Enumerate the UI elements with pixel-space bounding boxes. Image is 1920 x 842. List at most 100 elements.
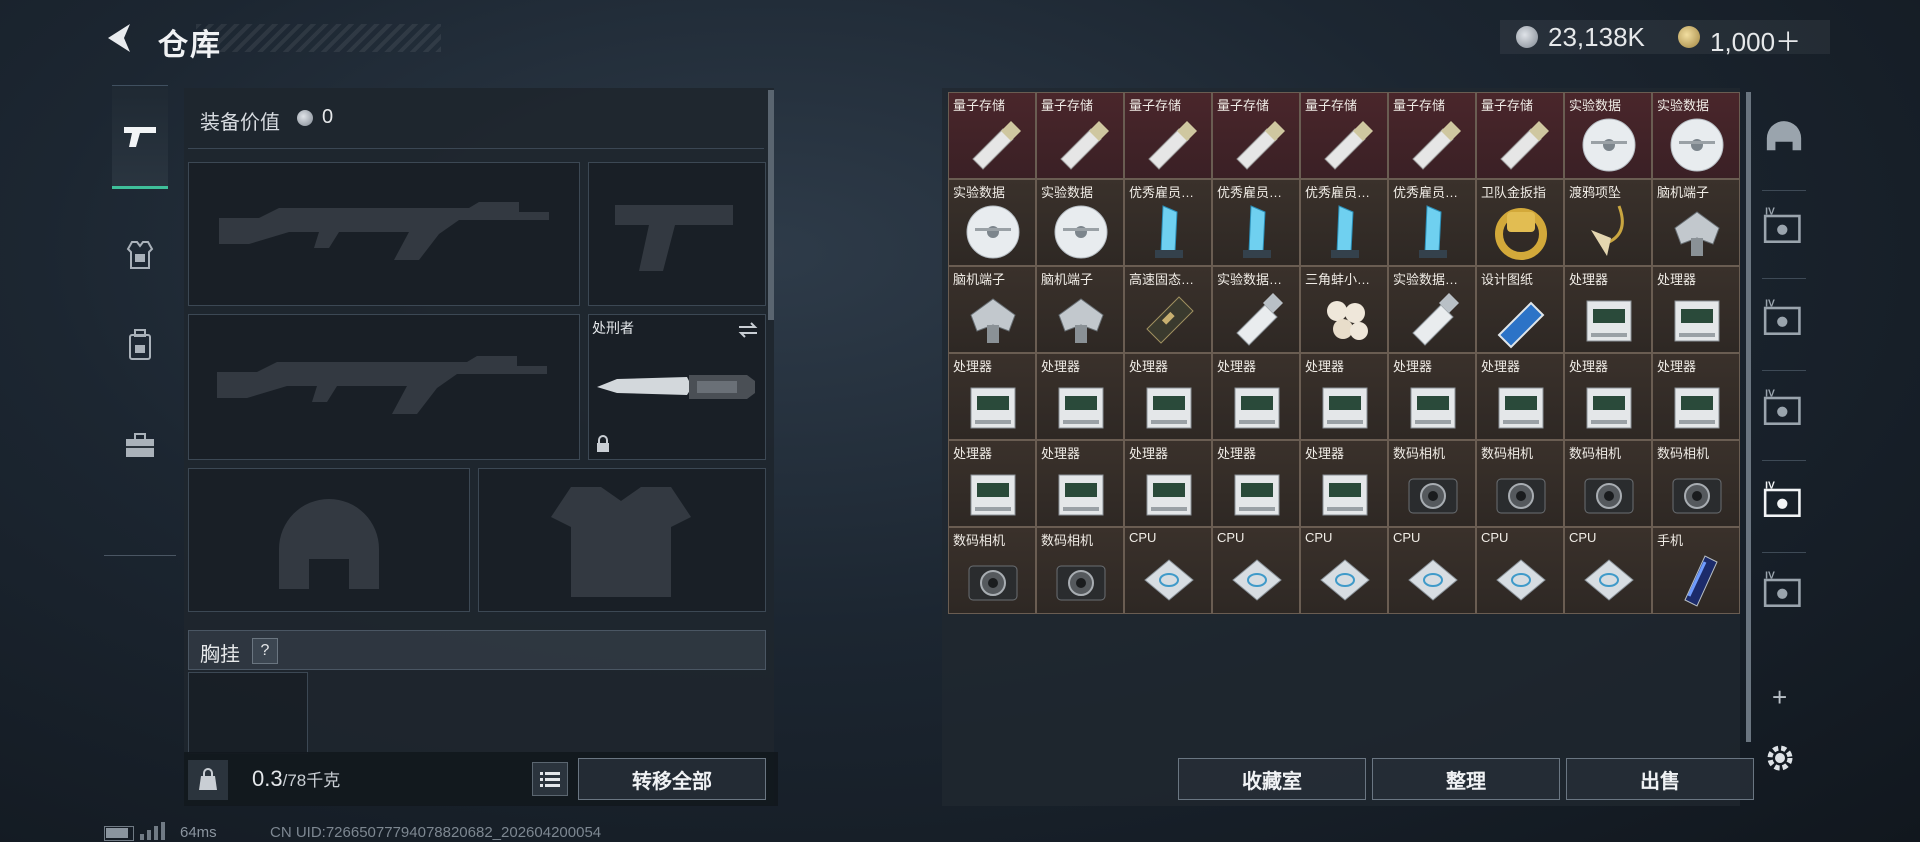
body-armor-slot[interactable]: [478, 468, 766, 612]
svg-text:IV: IV: [1765, 298, 1775, 309]
crystal-trophy-icon: [1331, 205, 1359, 258]
inventory-item[interactable]: 处理器: [1476, 353, 1564, 440]
svg-text:IV: IV: [1765, 206, 1775, 217]
processor-module-icon: [1586, 387, 1632, 429]
inventory-item[interactable]: CPU: [1476, 527, 1564, 614]
storage-tab[interactable]: IV: [1758, 474, 1810, 530]
inventory-item[interactable]: 卫队金扳指: [1476, 179, 1564, 266]
swap-icon[interactable]: [737, 321, 759, 339]
storage-tab[interactable]: IV: [1758, 564, 1810, 620]
inventory-item[interactable]: 处理器: [1212, 440, 1300, 527]
primary-weapon-slot[interactable]: [188, 162, 580, 306]
processor-module-icon: [1234, 474, 1280, 516]
equipment-scrollbar[interactable]: [768, 90, 774, 320]
inventory-item[interactable]: 处理器: [1300, 353, 1388, 440]
inventory-scrollbar[interactable]: [1746, 92, 1751, 742]
inventory-item[interactable]: 优秀雇员…: [1300, 179, 1388, 266]
item-label: 处理器: [1481, 359, 1521, 374]
tab-weapon[interactable]: [112, 85, 168, 189]
gold-currency-amount[interactable]: 1,000＋: [1710, 22, 1801, 59]
storage-tab[interactable]: IV: [1758, 292, 1810, 348]
storage-tab[interactable]: [1758, 112, 1810, 168]
inventory-item[interactable]: CPU: [1212, 527, 1300, 614]
inventory-item[interactable]: 脑机端子: [948, 266, 1036, 353]
inventory-item[interactable]: 实验数据…: [1388, 266, 1476, 353]
secondary-weapon-slot[interactable]: [188, 314, 580, 460]
item-label: 量子存储: [1305, 98, 1358, 113]
inventory-item[interactable]: 脑机端子: [1652, 179, 1740, 266]
transfer-all-button[interactable]: 转移全部: [578, 758, 766, 800]
gear-icon[interactable]: [1762, 740, 1798, 776]
inventory-item[interactable]: 实验数据: [1036, 179, 1124, 266]
item-label: 处理器: [1217, 359, 1257, 374]
inventory-item[interactable]: CPU: [1564, 527, 1652, 614]
case-iv-icon: IV: [1763, 388, 1801, 425]
inventory-item[interactable]: 处理器: [948, 353, 1036, 440]
inventory-item[interactable]: 数码相机: [1036, 527, 1124, 614]
inventory-item[interactable]: 实验数据: [1652, 92, 1740, 179]
inventory-item[interactable]: 处理器: [1388, 353, 1476, 440]
inventory-item[interactable]: CPU: [1124, 527, 1212, 614]
inventory-item[interactable]: 数码相机: [1564, 440, 1652, 527]
tab-armor[interactable]: [112, 205, 168, 305]
inventory-item[interactable]: CPU: [1388, 527, 1476, 614]
tab-backpack[interactable]: [112, 295, 168, 395]
equipment-value: 0: [322, 106, 334, 128]
inventory-item[interactable]: 处理器: [1124, 440, 1212, 527]
tab-toolbox[interactable]: [112, 395, 168, 495]
inventory-item[interactable]: 脑机端子: [1036, 266, 1124, 353]
inventory-item[interactable]: 量子存储: [1300, 92, 1388, 179]
inventory-item[interactable]: 数码相机: [1476, 440, 1564, 527]
inventory-item[interactable]: 处理器: [1564, 353, 1652, 440]
inventory-item[interactable]: 量子存储: [1124, 92, 1212, 179]
inventory-item[interactable]: 数码相机: [948, 527, 1036, 614]
collection-room-button[interactable]: 收藏室: [1178, 758, 1366, 800]
pearls-icon: [1327, 301, 1368, 340]
inventory-item[interactable]: 数码相机: [1388, 440, 1476, 527]
inventory-item[interactable]: 量子存储: [1476, 92, 1564, 179]
inventory-item[interactable]: 数码相机: [1652, 440, 1740, 527]
inventory-item[interactable]: 量子存储: [1388, 92, 1476, 179]
inventory-item[interactable]: 高速固态…: [1124, 266, 1212, 353]
back-arrow-icon[interactable]: [100, 18, 140, 58]
inventory-item[interactable]: 渡鸦项坠: [1564, 179, 1652, 266]
cpu-chip-icon: [1320, 559, 1370, 601]
inventory-item[interactable]: 处理器: [1564, 266, 1652, 353]
list-view-button[interactable]: [532, 762, 568, 796]
storage-tab[interactable]: IV: [1758, 382, 1810, 438]
inventory-item[interactable]: 处理器: [1652, 353, 1740, 440]
inventory-item[interactable]: 手机: [1652, 527, 1740, 614]
pistol-slot[interactable]: [588, 162, 766, 306]
inventory-item[interactable]: 实验数据…: [1212, 266, 1300, 353]
add-storage-button[interactable]: +: [1772, 682, 1787, 713]
weight-max: /78千克: [282, 771, 341, 790]
inventory-item[interactable]: 优秀雇员…: [1388, 179, 1476, 266]
inventory-item[interactable]: 处理器: [1036, 440, 1124, 527]
sort-button[interactable]: 整理: [1372, 758, 1560, 800]
inventory-item[interactable]: 处理器: [1300, 440, 1388, 527]
helmet-slot[interactable]: [188, 468, 470, 612]
storage-tab[interactable]: IV: [1758, 200, 1810, 256]
inventory-item[interactable]: 处理器: [1036, 353, 1124, 440]
inventory-item[interactable]: 量子存储: [1212, 92, 1300, 179]
inventory-item[interactable]: 设计图纸: [1476, 266, 1564, 353]
inventory-item[interactable]: 优秀雇员…: [1124, 179, 1212, 266]
inventory-item[interactable]: 量子存储: [1036, 92, 1124, 179]
inventory-item[interactable]: 量子存储: [948, 92, 1036, 179]
disc-icon: [1054, 205, 1108, 259]
usb-drive-icon: [1236, 121, 1285, 170]
item-label: CPU: [1481, 530, 1509, 545]
gold-coin-icon: [1678, 26, 1700, 48]
inventory-item[interactable]: CPU: [1300, 527, 1388, 614]
sell-button[interactable]: 出售: [1566, 758, 1754, 800]
chest-rig-slot[interactable]: [188, 672, 308, 754]
help-button[interactable]: ?: [252, 638, 278, 664]
inventory-item[interactable]: 三角蚌小…: [1300, 266, 1388, 353]
inventory-item[interactable]: 处理器: [948, 440, 1036, 527]
inventory-item[interactable]: 实验数据: [1564, 92, 1652, 179]
inventory-item[interactable]: 处理器: [1652, 266, 1740, 353]
inventory-item[interactable]: 实验数据: [948, 179, 1036, 266]
inventory-item[interactable]: 处理器: [1124, 353, 1212, 440]
inventory-item[interactable]: 优秀雇员…: [1212, 179, 1300, 266]
inventory-item[interactable]: 处理器: [1212, 353, 1300, 440]
